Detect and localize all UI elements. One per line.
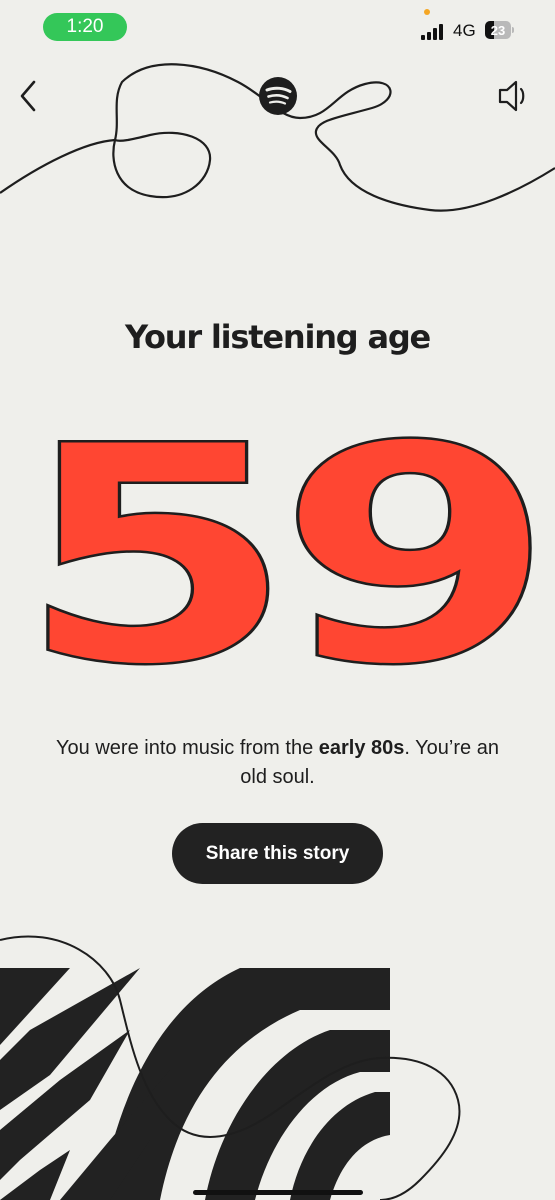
decorative-stripes-bottom	[0, 935, 461, 1200]
home-indicator[interactable]	[193, 1190, 363, 1195]
